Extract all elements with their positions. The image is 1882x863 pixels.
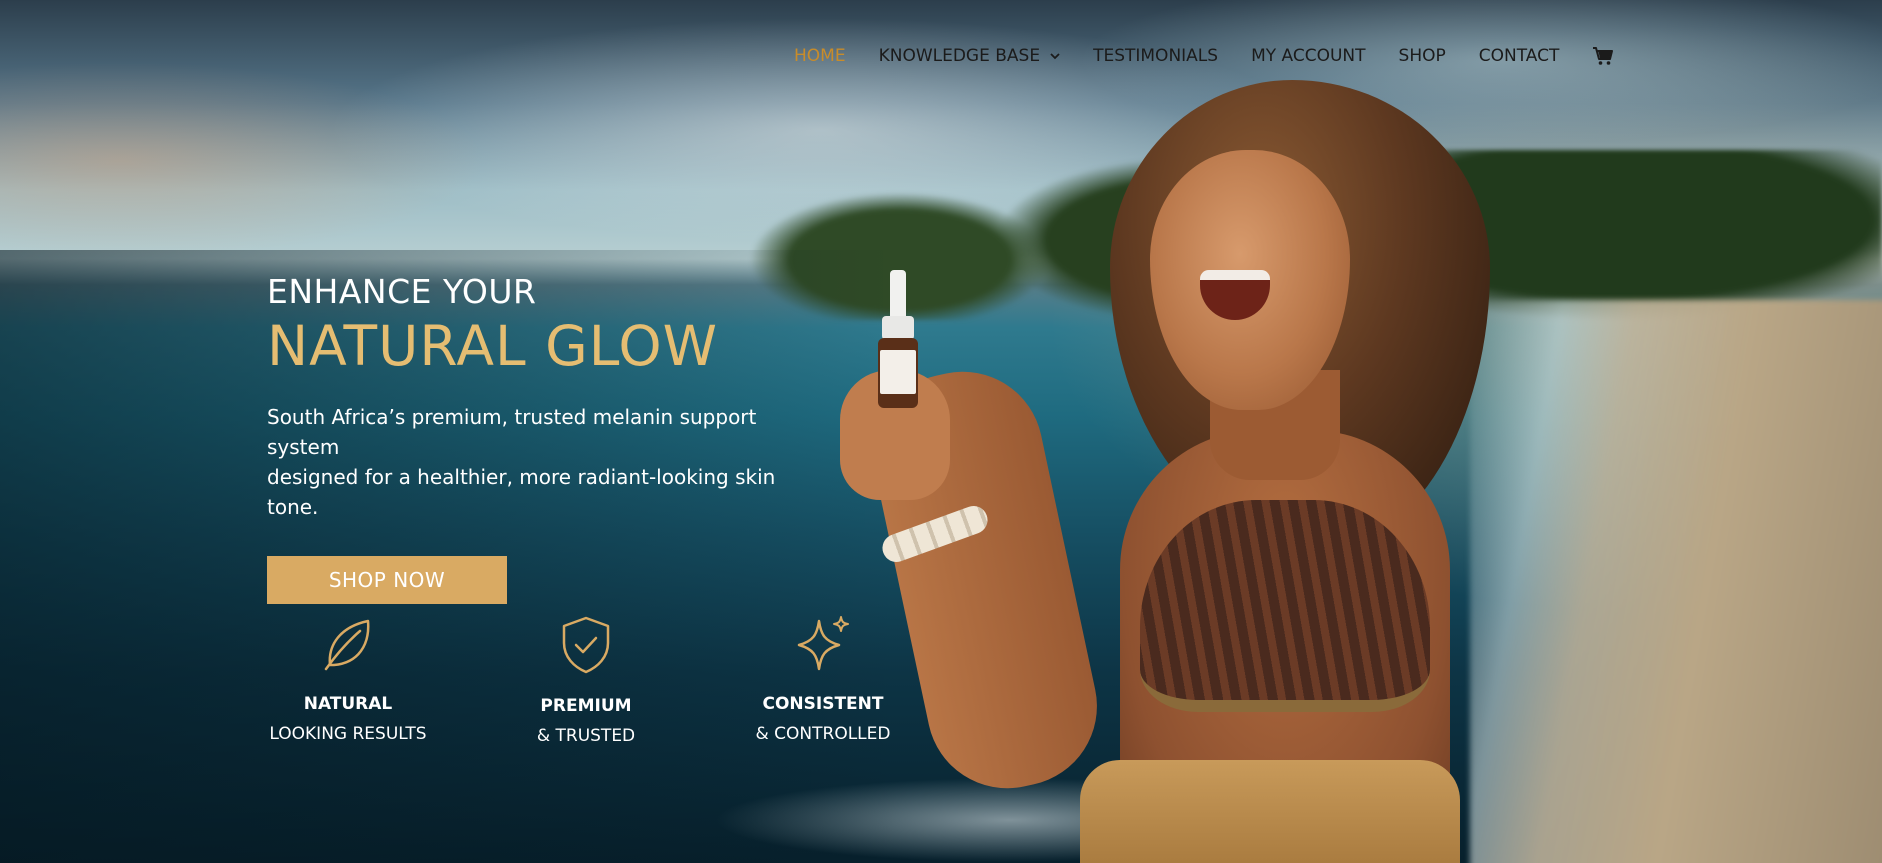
feature-natural: NATURAL LOOKING RESULTS [248,615,448,749]
shop-now-button[interactable]: SHOP NOW [267,556,507,604]
nav-my-account[interactable]: MY ACCOUNT [1251,46,1365,66]
nav-shop-label: SHOP [1398,46,1446,66]
hero-subtext-line1: South Africa’s premium, trusted melanin … [267,405,757,459]
nav-knowledge-base[interactable]: KNOWLEDGE BASE [879,46,1061,66]
nav-shop[interactable]: SHOP [1399,46,1446,66]
hero-page: HOME KNOWLEDGE BASE TESTIMONIALS MY ACCO… [0,0,1882,863]
nav-my-account-label: MY ACCOUNT [1251,46,1366,66]
feature-consistent: CONSISTENT & CONTROLLED [723,615,923,749]
model-halter-top [1140,500,1430,712]
hero-headline: NATURAL GLOW [267,314,719,378]
nav-knowledge-base-label: KNOWLEDGE BASE [878,46,1041,66]
feature-consistent-subtitle: & CONTROLLED [755,724,891,744]
feature-premium-subtitle: & TRUSTED [536,726,636,746]
hero-eyebrow: ENHANCE YOUR [267,272,537,311]
nav-testimonials-label: TESTIMONIALS [1093,46,1219,66]
nav-home[interactable]: HOME [794,46,846,66]
shield-check-icon [562,616,610,674]
model-pants [1080,760,1460,863]
hero-subtext-line2: designed for a healthier, more radiant-l… [267,465,776,519]
sparkle-icon [797,616,849,671]
hero-subtext: South Africa’s premium, trusted melanin … [267,402,827,522]
chevron-down-icon [1050,53,1060,60]
shopping-cart-icon[interactable] [1592,46,1614,66]
nav-testimonials[interactable]: TESTIMONIALS [1093,46,1218,66]
feature-premium-title: PREMIUM [540,696,632,716]
nav-contact-label: CONTACT [1478,46,1560,66]
hero-content: ENHANCE YOUR NATURAL GLOW South Africa’s… [267,272,827,604]
leaf-icon [324,619,370,671]
hero-model-photo [820,70,1640,863]
feature-consistent-title: CONSISTENT [762,694,884,714]
main-nav: HOME KNOWLEDGE BASE TESTIMONIALS MY ACCO… [794,46,1614,66]
nav-home-label: HOME [794,46,846,66]
feature-premium: PREMIUM & TRUSTED [486,615,686,751]
feature-natural-title: NATURAL [303,694,393,714]
product-bottle [876,270,920,480]
feature-natural-subtitle: LOOKING RESULTS [269,724,427,744]
nav-contact[interactable]: CONTACT [1479,46,1560,66]
